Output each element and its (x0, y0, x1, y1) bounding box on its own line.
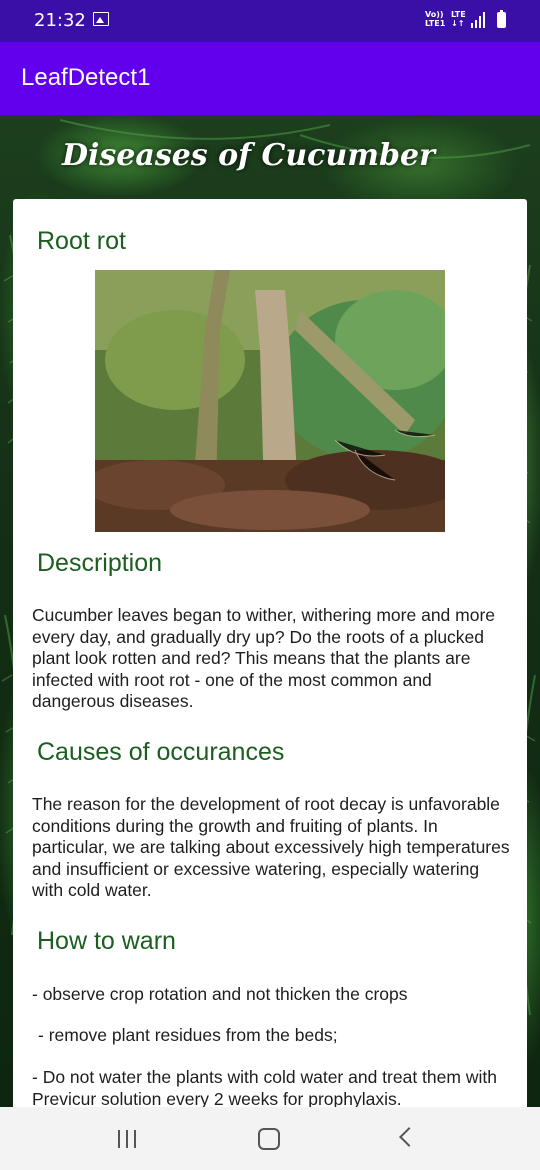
recents-icon[interactable] (118, 1130, 138, 1148)
lte-indicator: LTE ↓↑ (451, 10, 466, 28)
causes-title: Causes of occurances (37, 738, 285, 766)
image-icon (93, 12, 109, 26)
prevention-item: - Do not water the plants with cold wate… (32, 1067, 497, 1109)
prevention-item: - observe crop rotation and not thicken … (32, 984, 408, 1004)
app-title: LeafDetect1 (21, 64, 151, 91)
prevention-title: How to warn (37, 927, 176, 955)
page-heading: Diseases of Cucumber (62, 138, 435, 173)
description-text: Cucumber leaves began to wither, witheri… (32, 605, 496, 711)
battery-icon (497, 10, 506, 28)
volte-indicator: Vo)) LTE1 (425, 10, 446, 28)
disease-photo (95, 270, 445, 532)
status-bar: 21:32 Vo)) LTE1 LTE ↓↑ (0, 0, 540, 42)
causes-text: The reason for the development of root d… (32, 794, 510, 900)
app-bar: LeafDetect1 (0, 42, 540, 115)
navigation-bar (0, 1107, 540, 1170)
disease-name: Root rot (37, 227, 126, 255)
status-time: 21:32 (34, 10, 86, 31)
prevention-item: - remove plant residues from the beds; (38, 1025, 338, 1045)
disease-card[interactable]: Root rot Description Cucumber leaves beg… (13, 199, 527, 1119)
description-title: Description (37, 549, 163, 577)
home-icon[interactable] (258, 1128, 280, 1150)
signal-icon (471, 12, 485, 28)
back-icon[interactable] (399, 1127, 419, 1147)
